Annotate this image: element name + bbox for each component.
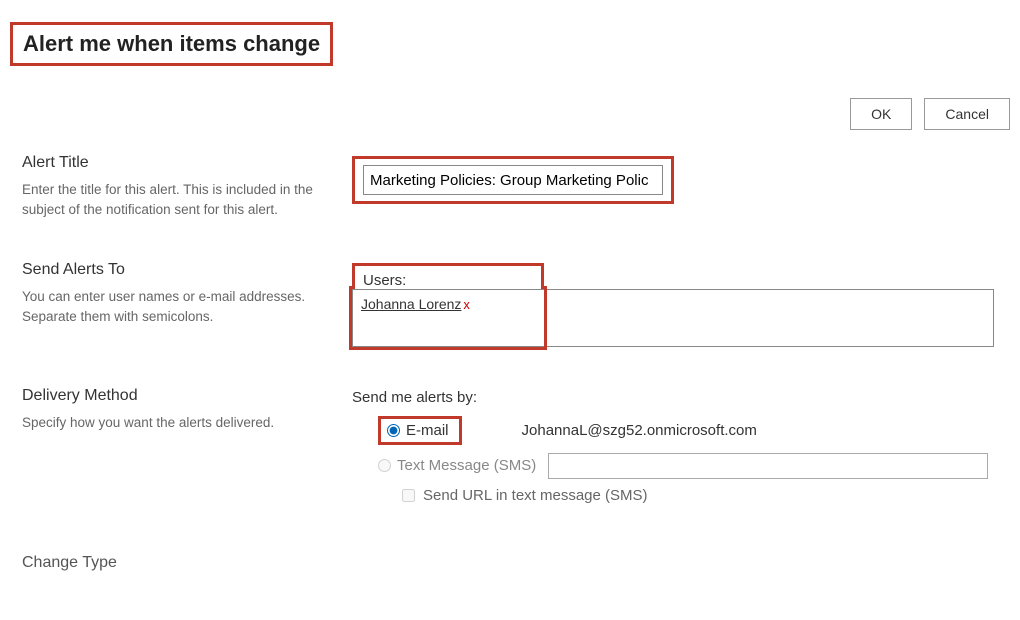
- remove-user-icon[interactable]: x: [463, 297, 470, 312]
- send-alerts-to-description: You can enter user names or e-mail addre…: [22, 287, 322, 328]
- change-type-section: Change Type: [22, 554, 1010, 580]
- ok-button[interactable]: OK: [850, 98, 912, 130]
- delivery-method-section: Delivery Method Specify how you want the…: [22, 387, 1010, 504]
- email-radio-label: E-mail: [406, 422, 449, 439]
- send-url-checkbox-label: Send URL in text message (SMS): [423, 487, 648, 504]
- send-me-alerts-by-label: Send me alerts by:: [352, 389, 1010, 406]
- top-button-row: OK Cancel: [850, 98, 1010, 130]
- sms-radio[interactable]: [378, 459, 391, 472]
- alert-title-section: Alert Title Enter the title for this ale…: [22, 154, 1010, 221]
- alert-title-description: Enter the title for this alert. This is …: [22, 180, 322, 221]
- send-alerts-to-heading: Send Alerts To: [22, 261, 352, 279]
- users-people-picker[interactable]: Johanna Lorenzx: [352, 289, 994, 347]
- user-chip-name: Johanna Lorenz: [361, 296, 461, 312]
- alert-title-input[interactable]: [363, 165, 663, 195]
- delivery-method-description: Specify how you want the alerts delivere…: [22, 413, 322, 433]
- email-radio[interactable]: [387, 424, 400, 437]
- email-address-value: JohannaL@szg52.onmicrosoft.com: [522, 422, 757, 439]
- change-type-heading: Change Type: [22, 554, 352, 572]
- users-label: Users:: [363, 272, 406, 289]
- page-title: Alert me when items change: [10, 22, 333, 66]
- sms-radio-label: Text Message (SMS): [397, 457, 536, 474]
- send-alerts-to-section: Send Alerts To You can enter user names …: [22, 261, 1010, 347]
- alert-title-heading: Alert Title: [22, 154, 352, 172]
- cancel-button[interactable]: Cancel: [924, 98, 1010, 130]
- delivery-method-heading: Delivery Method: [22, 387, 352, 405]
- alert-title-highlight: [352, 156, 674, 204]
- email-radio-highlight: E-mail: [378, 416, 462, 445]
- sms-number-input[interactable]: [548, 453, 988, 479]
- send-url-checkbox[interactable]: [402, 489, 415, 502]
